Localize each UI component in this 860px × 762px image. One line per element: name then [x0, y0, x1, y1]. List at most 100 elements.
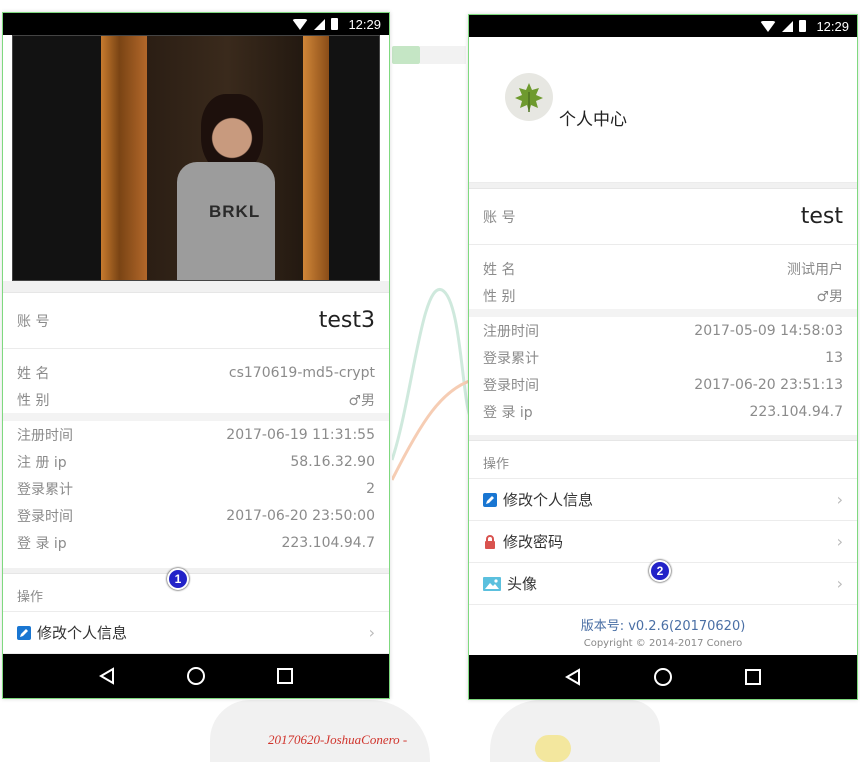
wifi-icon — [292, 18, 309, 30]
version-text: 版本号: v0.2.6(20170620) — [580, 619, 746, 634]
detail-value: 2017-06-19 11:31:55 — [226, 426, 375, 443]
home-icon[interactable] — [186, 666, 206, 686]
divider — [469, 309, 857, 317]
status-time: 12:29 — [816, 18, 849, 34]
background-map-highlight — [535, 735, 571, 762]
background-chart — [392, 288, 472, 481]
signal-icon — [314, 18, 326, 30]
callout-badge-2: 2 — [649, 560, 671, 582]
leaf-icon — [515, 83, 543, 112]
battery-icon — [331, 18, 339, 30]
account-value: test — [800, 204, 843, 229]
profile-header: 个人中心 — [469, 37, 857, 183]
divider — [3, 413, 389, 421]
menu-label: 修改个人信息 — [37, 624, 128, 642]
photo-door — [101, 36, 147, 280]
nav-bar — [469, 655, 857, 699]
lock-icon — [483, 534, 497, 549]
name-label: 姓 名 — [17, 365, 50, 382]
info-row-name: 姓 名 cs170619-md5-crypt — [3, 359, 389, 386]
detail-row: 注册时间 2017-06-19 11:31:55 — [3, 421, 389, 448]
gender-value: ♂男 — [816, 288, 843, 305]
info-row-gender: 性 别 ♂男 — [3, 386, 389, 413]
gender-label: 性 别 — [17, 392, 50, 409]
detail-label: 登 录 ip — [483, 404, 533, 421]
gender-value: ♂男 — [348, 392, 375, 409]
recent-apps-icon[interactable] — [745, 669, 761, 685]
account-label: 账 号 — [17, 313, 50, 330]
detail-label: 登录时间 — [17, 508, 73, 525]
gender-label: 性 别 — [483, 288, 516, 305]
background-map — [490, 700, 660, 762]
detail-label: 注 册 ip — [17, 454, 67, 471]
menu-label: 修改个人信息 — [503, 491, 594, 509]
nav-bar — [3, 654, 389, 698]
detail-value: 223.104.94.7 — [281, 534, 375, 551]
recent-apps-icon[interactable] — [277, 668, 294, 684]
account-value: test3 — [318, 308, 375, 333]
menu-label: 头像 — [507, 575, 538, 593]
signal-icon — [782, 20, 794, 32]
detail-value: 223.104.94.7 — [749, 403, 843, 420]
home-icon[interactable] — [653, 667, 673, 687]
back-icon[interactable] — [565, 668, 581, 686]
detail-label: 注册时间 — [17, 427, 73, 444]
menu-edit-profile[interactable]: 修改个人信息 › — [469, 479, 857, 521]
detail-row: 登录时间 2017-06-20 23:50:00 — [3, 502, 389, 529]
name-value: 测试用户 — [787, 261, 843, 278]
chevron-right-icon: › — [368, 623, 375, 642]
detail-row: 登录累计 2 — [3, 475, 389, 502]
detail-value: 2 — [366, 480, 375, 497]
detail-label: 登录累计 — [483, 350, 539, 367]
info-row-name: 姓 名 测试用户 — [469, 255, 857, 282]
account-row: 账 号 test — [469, 189, 857, 245]
background-map — [210, 700, 430, 762]
edit-icon — [17, 625, 31, 640]
image-icon — [483, 576, 501, 591]
info-row-gender: 性 别 ♂男 — [469, 282, 857, 309]
account-label: 账 号 — [483, 209, 516, 226]
menu-edit-profile[interactable]: 修改个人信息 › — [3, 612, 389, 654]
background-bar-track — [420, 46, 466, 64]
page-title: 个人中心 — [559, 110, 627, 130]
section-title: 操作 — [3, 574, 389, 612]
callout-badge-1: 1 — [167, 568, 189, 590]
name-value: cs170619-md5-crypt — [228, 364, 375, 381]
chevron-right-icon: › — [836, 490, 843, 509]
status-bar: 12:29 — [3, 13, 389, 35]
detail-row: 注 册 ip 58.16.32.90 — [3, 448, 389, 475]
detail-row: 登录时间 2017-06-20 23:51:13 — [469, 371, 857, 398]
photo-door — [303, 36, 329, 280]
wifi-icon — [760, 20, 777, 32]
detail-label: 注册时间 — [483, 323, 539, 340]
detail-label: 登录累计 — [17, 481, 73, 498]
caption-text: 20170620-JoshuaConero - — [268, 732, 408, 747]
detail-value: 2017-06-20 23:50:00 — [226, 507, 375, 524]
detail-row: 登 录 ip 223.104.94.7 — [3, 529, 389, 556]
chevron-right-icon: › — [836, 532, 843, 551]
divider — [3, 281, 389, 293]
copyright-text: Copyright © 2014-2017 Conero — [583, 638, 743, 649]
detail-value: 58.16.32.90 — [290, 453, 375, 470]
detail-row: 登 录 ip 223.104.94.7 — [469, 398, 857, 425]
detail-label: 登录时间 — [483, 377, 539, 394]
profile-photo[interactable]: BRKL — [12, 35, 380, 281]
section-title: 操作 — [469, 441, 857, 479]
menu-label: 修改密码 — [503, 533, 564, 551]
account-row: 账 号 test3 — [3, 293, 389, 349]
detail-label: 登 录 ip — [17, 535, 67, 552]
photo-shirt-text: BRKL — [209, 202, 261, 221]
avatar[interactable] — [505, 73, 553, 121]
status-bar: 12:29 — [469, 15, 857, 37]
chevron-right-icon: › — [836, 574, 843, 593]
name-label: 姓 名 — [483, 261, 516, 278]
battery-icon — [799, 20, 807, 32]
detail-value: 2017-06-20 23:51:13 — [694, 376, 843, 393]
detail-value: 2017-05-09 14:58:03 — [694, 322, 843, 339]
edit-icon — [483, 492, 497, 507]
menu-change-password[interactable]: 修改密码 › — [469, 521, 857, 563]
phone-screen-right: 12:29 个人中心 账 号 test 姓 名 测试用户 性 别 ♂男 注册时间… — [468, 14, 858, 700]
status-time: 12:29 — [348, 16, 381, 32]
back-icon[interactable] — [98, 667, 115, 685]
detail-row: 登录累计 13 — [469, 344, 857, 371]
